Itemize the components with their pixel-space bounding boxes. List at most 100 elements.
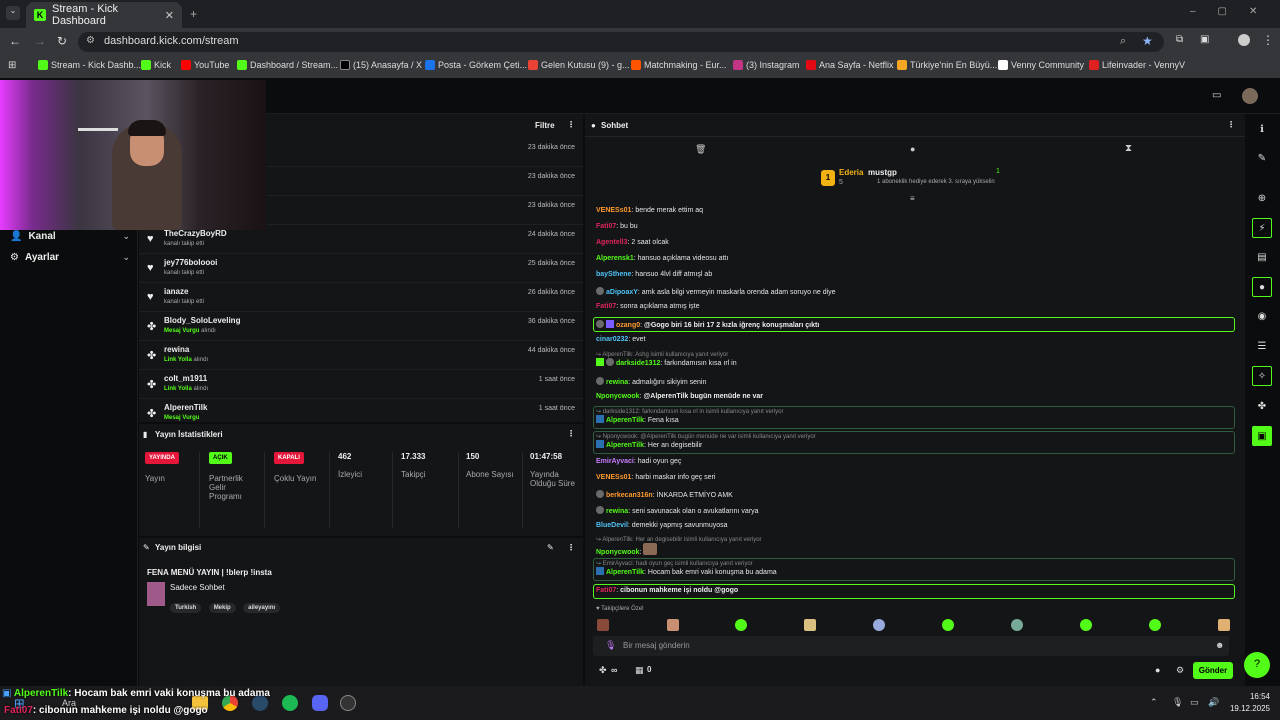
bookmark-item[interactable]: (3) Instagram bbox=[733, 60, 800, 70]
emoji-icon[interactable]: ☻ bbox=[1215, 640, 1224, 650]
chat-message-highlighted[interactable]: ozang0: @Gogo biri 16 biri 17 2 kızla iğ… bbox=[596, 320, 819, 329]
emote-icon[interactable] bbox=[1149, 619, 1161, 631]
menu-icon[interactable]: ⋮ bbox=[1262, 33, 1274, 47]
spotify-icon[interactable] bbox=[282, 695, 298, 711]
trash-icon[interactable]: 🗑 bbox=[695, 144, 706, 155]
mic-icon[interactable]: 🎙 bbox=[1172, 697, 1183, 708]
message-input[interactable]: 🎙 Bir mesaj gönderin ☻ bbox=[593, 636, 1229, 656]
mic-icon[interactable]: 🎙 bbox=[605, 640, 616, 651]
chat-bubble-icon[interactable]: ● bbox=[910, 144, 915, 154]
chat-message-reply[interactable]: ↪ EmirAyvaci: hadi oyun geç isimli kulla… bbox=[596, 560, 777, 576]
chat-message-reply[interactable]: ↪ AlperenTilk: Her an degisebilir isimli… bbox=[596, 536, 762, 556]
emote-icon[interactable] bbox=[1011, 619, 1023, 631]
help-button[interactable]: ? bbox=[1244, 652, 1270, 678]
window-controls[interactable]: –▢✕ bbox=[1190, 6, 1279, 17]
forward-icon[interactable]: → bbox=[34, 34, 46, 48]
chat-message[interactable]: Alperensk1: hansuo açıklama videosu attı bbox=[596, 255, 728, 262]
send-button[interactable]: Gönder bbox=[1193, 662, 1233, 679]
broadcast-icon[interactable]: ◉ bbox=[1252, 306, 1272, 326]
emote-icon[interactable] bbox=[667, 619, 679, 631]
chat-bubble-icon[interactable]: ● bbox=[1155, 665, 1160, 675]
back-icon[interactable]: ← bbox=[9, 34, 21, 48]
chat-message[interactable]: Agentell3: 2 saat olcak bbox=[596, 239, 669, 246]
chat-message-reply[interactable]: ↪ AlperenTilk: Ashg isimli kullanıcıya y… bbox=[596, 351, 737, 367]
bookmark-item[interactable]: Lifeinvader - VennyV bbox=[1089, 60, 1185, 70]
more-options-icon[interactable]: ⋮ bbox=[567, 120, 575, 129]
chat-message[interactable]: rewina: admalığını sikiyim senin bbox=[596, 377, 706, 386]
chat-message[interactable]: VENESs01: harbi maskar info geç seri bbox=[596, 474, 715, 481]
bookmark-item[interactable]: Gelen Kutusu (9) - g... bbox=[528, 60, 630, 70]
tab-search-button[interactable]: ⌄ bbox=[6, 6, 20, 20]
lightning-icon[interactable]: ⚡ bbox=[1252, 218, 1272, 238]
bookmark-item[interactable]: Türkiye'nin En Büyü... bbox=[897, 60, 997, 70]
chat-message[interactable]: aDipoaxY: amk asla bilgi vermeyin maskar… bbox=[596, 287, 836, 296]
volume-icon[interactable]: 🔊 bbox=[1208, 697, 1219, 708]
close-icon[interactable]: ✕ bbox=[165, 9, 174, 22]
activity-row[interactable]: ♥ jey776boloooi kanalı takip etti 25 dakika… bbox=[139, 254, 583, 283]
chat-message-reply[interactable]: ↪ Nponycwook: @AlperenTilk bugün menüde … bbox=[596, 433, 816, 449]
activity-row[interactable]: ♥ ianaze kanalı takip etti 26 dakika önce bbox=[139, 283, 583, 312]
chat-message[interactable]: Fati07: sonra açıklama atmış işte bbox=[596, 303, 700, 310]
monitor-icon[interactable]: ▭ bbox=[1190, 697, 1199, 708]
activity-row[interactable]: ✤ rewina Link Yolla alındı 44 dakika önce bbox=[139, 341, 583, 370]
emote-icon[interactable] bbox=[1218, 619, 1230, 631]
bookmark-item[interactable]: Ana Sayfa - Netflix bbox=[806, 60, 894, 70]
nav-item-ayarlar[interactable]: ⚙ Ayarlar ⌄ bbox=[10, 252, 130, 263]
chat-icon[interactable]: ● bbox=[1252, 277, 1272, 297]
hourglass-icon[interactable]: ⧗ bbox=[1125, 143, 1132, 154]
site-info-icon[interactable]: ⚙ bbox=[86, 35, 95, 46]
more-options-icon[interactable]: ⋮ bbox=[1227, 120, 1235, 129]
discord-icon[interactable] bbox=[312, 695, 328, 711]
bookmark-item[interactable]: Stream - Kick Dashb... bbox=[38, 60, 141, 70]
browser-tab-active[interactable]: K Stream - Kick Dashboard ✕ bbox=[26, 2, 182, 28]
gift-icon[interactable]: ▦ bbox=[635, 665, 644, 676]
chat-message[interactable]: baySthene: hansuo 4lvl diff atmışl ab bbox=[596, 271, 712, 278]
profile-avatar[interactable] bbox=[1238, 34, 1250, 46]
extension-icon[interactable]: ⧉ bbox=[1176, 34, 1183, 45]
app-icon[interactable]: ▣ bbox=[1252, 426, 1272, 446]
tag[interactable]: Mekip bbox=[208, 603, 236, 613]
tag[interactable]: aileyayını bbox=[243, 603, 281, 613]
filter-button[interactable]: Filtre bbox=[535, 121, 555, 130]
chat-message-reply[interactable]: ↪ darkside1312: farkındamısın kısa ırl i… bbox=[596, 408, 783, 424]
emote-icon[interactable] bbox=[1080, 619, 1092, 631]
bookmark-item[interactable]: Kick bbox=[141, 60, 171, 70]
bookmark-item[interactable]: YouTube bbox=[181, 60, 229, 70]
activity-row[interactable]: ✤ Blody_SoloLeveling Mesaj Vurgu alındı 36 … bbox=[139, 312, 583, 341]
reload-icon[interactable]: ↻ bbox=[57, 34, 67, 48]
tray-expand-icon[interactable]: ⌃ bbox=[1150, 697, 1158, 708]
nodes-icon[interactable]: ✤ bbox=[1252, 396, 1272, 416]
points-icon[interactable]: ✤ bbox=[599, 665, 607, 676]
more-options-icon[interactable]: ⋮ bbox=[567, 429, 575, 438]
obs-icon[interactable] bbox=[340, 695, 356, 711]
bookmark-item[interactable]: Posta - Görkem Çeti... bbox=[425, 60, 527, 70]
bookmark-item[interactable]: Dashboard / Stream... bbox=[237, 60, 338, 70]
bookmark-item[interactable]: Venny Community bbox=[998, 60, 1084, 70]
chat-message[interactable]: Fati07: bu bu bbox=[596, 223, 638, 230]
star-icon[interactable]: ★ bbox=[1142, 34, 1153, 48]
emote-icon[interactable] bbox=[597, 619, 609, 631]
activity-row[interactable]: ✤ AlperenTilk Mesaj Vurgu 1 saat önce bbox=[139, 399, 583, 422]
gear-icon[interactable]: ⚙ bbox=[1176, 665, 1184, 676]
url-field[interactable]: ⚙ dashboard.kick.com/stream ⌕ ★ bbox=[78, 32, 1164, 52]
chat-message[interactable]: VENESs01: bende merak ettim aq bbox=[596, 207, 703, 214]
collapse-icon[interactable]: ≡ bbox=[910, 194, 915, 203]
pencil-icon[interactable]: ✎ bbox=[1252, 148, 1272, 168]
wrench-icon[interactable]: ✧ bbox=[1252, 366, 1272, 386]
edit-icon[interactable]: ✎ bbox=[547, 543, 554, 552]
chat-message-highlighted[interactable]: Fati07: cibonun mahkeme işi noldu @gogo bbox=[596, 587, 738, 594]
puzzle-icon[interactable]: ▣ bbox=[1200, 34, 1209, 45]
emote-icon[interactable] bbox=[735, 619, 747, 631]
chat-message[interactable]: EmirAyvaci: hadi oyun geç bbox=[596, 458, 681, 465]
category-thumbnail[interactable] bbox=[147, 582, 165, 606]
info-icon[interactable]: ℹ bbox=[1252, 119, 1272, 139]
activity-row[interactable]: ✤ colt_m1911 Link Yolla alındı 1 saat önce bbox=[139, 370, 583, 399]
nav-item-kanal[interactable]: 👤 Kanal ⌄ bbox=[10, 231, 130, 242]
document-icon[interactable]: ▤ bbox=[1252, 247, 1272, 267]
emote-icon[interactable] bbox=[804, 619, 816, 631]
user-avatar[interactable] bbox=[1242, 88, 1258, 104]
category-name[interactable]: Sadece Sohbet bbox=[170, 583, 225, 592]
clock-date[interactable]: 19.12.2025 bbox=[1226, 704, 1270, 713]
bookmark-item[interactable]: Matchmaking - Eur... bbox=[631, 60, 727, 70]
list-icon[interactable]: ☰ bbox=[1252, 336, 1272, 356]
